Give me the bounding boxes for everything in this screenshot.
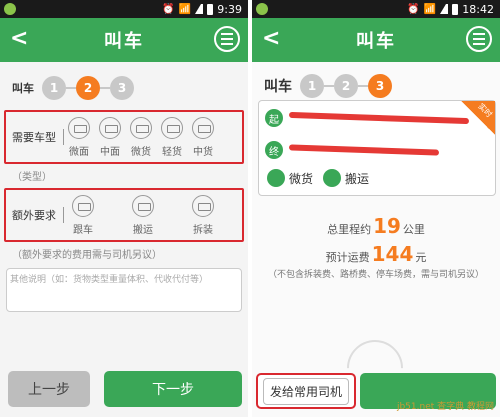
end-pin-icon: 终: [265, 141, 283, 159]
step-connector: [324, 85, 334, 87]
fare-line: 预计运费 144 元: [325, 242, 427, 266]
step-3: 3: [110, 76, 134, 100]
address-card: 起 终 实时 微货 搬运: [258, 100, 496, 196]
redacted-start-address: [288, 111, 470, 125]
app-leaf-icon: [4, 3, 16, 15]
vehicle-type-note: （类型）: [12, 172, 52, 183]
alarm-icon: ⏰: [407, 3, 420, 15]
vehicle-option-mid-truck[interactable]: 中货: [192, 116, 214, 158]
back-arrow-icon[interactable]: <: [262, 26, 280, 51]
status-bar: ⏰ 📶 9:39: [0, 0, 248, 18]
extra-requirements-section: 额外要求 跟车 搬运 拆装: [4, 188, 244, 242]
extra-option-carry[interactable]: 搬运: [132, 194, 154, 236]
mini-truck-icon: [130, 116, 152, 139]
back-arrow-icon[interactable]: <: [10, 26, 28, 51]
mid-truck-icon: [192, 116, 214, 139]
minivan-icon: [68, 116, 90, 139]
distance-line: 总里程约 19 公里: [327, 214, 425, 238]
step-connector: [100, 87, 110, 89]
light-truck-icon: [161, 116, 183, 139]
app-header: < 叫车: [252, 18, 500, 62]
wifi-icon: 📶: [178, 3, 192, 15]
realtime-badge: 实时: [461, 101, 495, 135]
extra-requirements-label: 额外要求: [6, 207, 64, 223]
follow-car-icon: [72, 194, 94, 217]
next-step-button[interactable]: 下一步: [104, 371, 242, 407]
carry-icon: [132, 194, 154, 217]
right-screen: ⏰ 📶 18:42 < 叫车 叫车 1 2 3 起 终 实时 微货 搬运 总里程…: [252, 0, 500, 417]
step-connector: [66, 87, 76, 89]
tag-cargo: 微货: [267, 169, 313, 187]
step-label: 叫车: [264, 79, 292, 95]
prev-step-button[interactable]: 上一步: [8, 371, 90, 407]
step-label: 叫车: [12, 82, 34, 95]
left-screen: ⏰ 📶 9:39 < 叫车 叫车 1 2 3 需要车型 微面 中面 微货 轻货 …: [0, 0, 248, 417]
step-indicator: 叫车 1 2 3: [252, 62, 500, 102]
menu-icon[interactable]: [214, 26, 240, 52]
menu-icon[interactable]: [466, 26, 492, 52]
step-2: 2: [76, 76, 100, 100]
status-bar: ⏰ 📶 18:42: [252, 0, 500, 18]
start-pin-icon: 起: [265, 109, 283, 127]
page-title: 叫车: [104, 31, 144, 52]
fare-hint: （不包含拆装费、路桥费、停车场费，需与司机另议）: [267, 270, 484, 280]
fare-value: 144: [371, 242, 414, 266]
battery-icon: [207, 3, 214, 15]
step-3: 3: [368, 74, 392, 98]
midvan-icon: [99, 116, 121, 139]
extra-requirements-note: （额外要求的费用需与司机另议）: [12, 250, 162, 261]
status-time: 9:39: [217, 2, 242, 16]
wifi-icon: 📶: [423, 3, 437, 15]
extra-option-assemble[interactable]: 拆装: [192, 194, 214, 236]
distance-value: 19: [373, 214, 401, 238]
extra-option-follow[interactable]: 跟车: [72, 194, 94, 236]
signal-icon: [440, 4, 449, 14]
vehicle-type-section: 需要车型 微面 中面 微货 轻货 中货: [4, 110, 244, 164]
vehicle-option-midvan[interactable]: 中面: [99, 116, 121, 158]
vehicle-option-mini-truck[interactable]: 微货: [130, 116, 152, 158]
vehicle-type-label: 需要车型: [6, 129, 64, 145]
vehicle-option-light-truck[interactable]: 轻货: [161, 116, 183, 158]
other-notes-input[interactable]: 其他说明（如：货物类型重量体积、代收代付等）: [6, 268, 242, 312]
truck-icon: [267, 169, 285, 187]
tag-move: 搬运: [323, 169, 369, 187]
step-connector: [358, 85, 368, 87]
step-1: 1: [300, 74, 324, 98]
step-indicator: 叫车 1 2 3: [0, 62, 248, 102]
app-leaf-icon: [256, 3, 268, 15]
step-1: 1: [42, 76, 66, 100]
signal-icon: [195, 4, 204, 14]
page-title: 叫车: [356, 31, 396, 52]
carry-icon: [323, 169, 342, 187]
watermark: jb51.net 查字典 教程网: [396, 402, 494, 413]
vehicle-option-minivan[interactable]: 微面: [68, 116, 90, 158]
tools-icon: [192, 194, 214, 217]
step-2: 2: [334, 74, 358, 98]
trip-summary: 总里程约 19 公里 预计运费 144 元 （不包含拆装费、路桥费、停车场费，需与司机另…: [252, 214, 500, 282]
battery-icon: [452, 3, 459, 15]
app-header: < 叫车: [0, 18, 248, 62]
send-to-driver-button[interactable]: 发给常用司机: [256, 373, 356, 409]
order-tags: 微货 搬运: [267, 169, 369, 187]
redacted-end-address: [288, 144, 440, 156]
status-time: 18:42: [462, 2, 494, 16]
alarm-icon: ⏰: [162, 3, 175, 15]
